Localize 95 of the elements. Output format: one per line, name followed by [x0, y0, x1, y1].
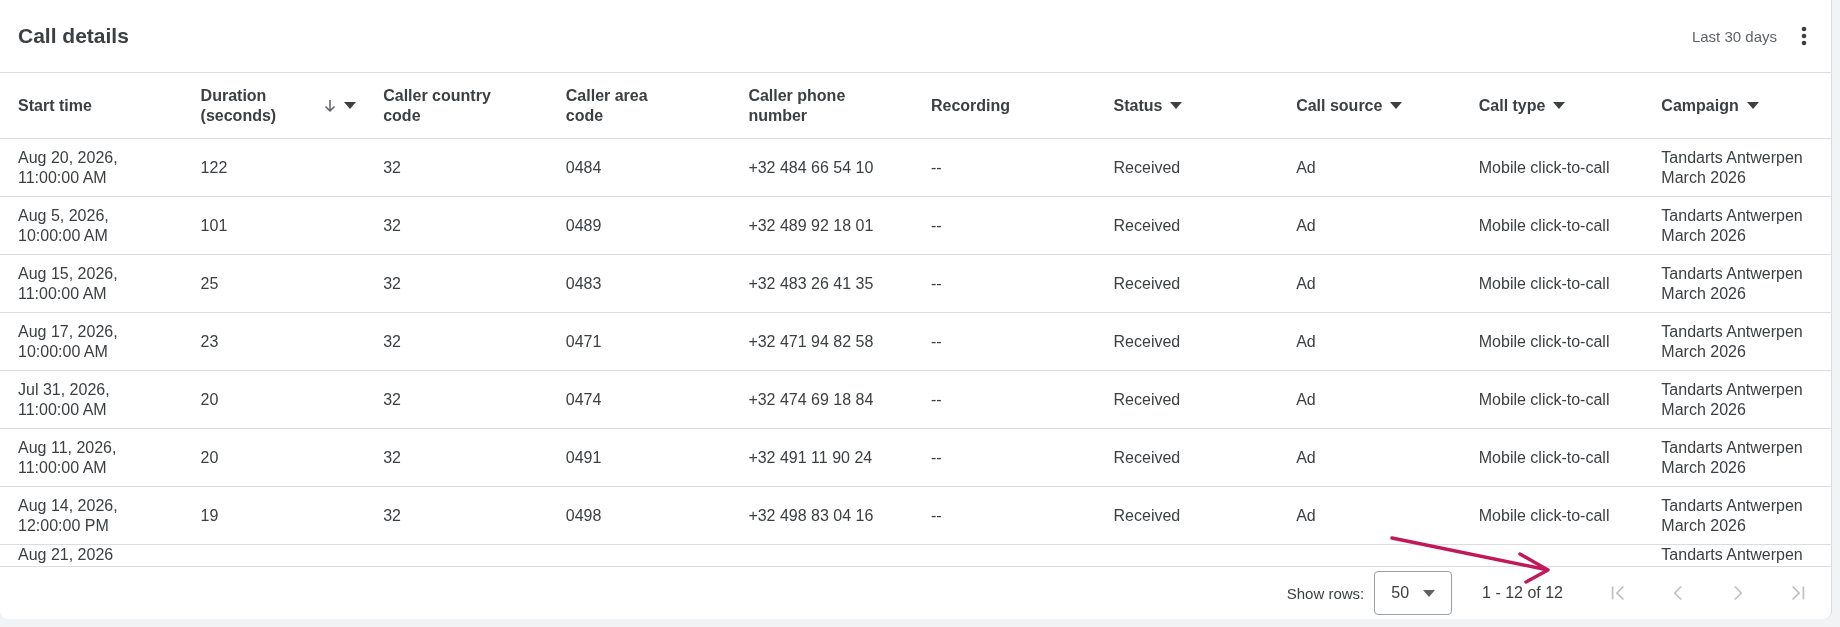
table-cell: 101: [200, 215, 228, 236]
table-cell-text: Aug 5, 2026, 10:00:00 AM: [18, 205, 110, 246]
table-cell: 20: [200, 389, 219, 410]
column-header[interactable]: Call type: [1478, 95, 1546, 116]
table-cell: 0491: [565, 447, 602, 468]
table-cell: --: [930, 331, 942, 352]
caret-icon[interactable]: [1746, 102, 1759, 109]
column-header[interactable]: Caller phone number: [748, 85, 879, 126]
table-cell: +32 489 92 18 01: [748, 215, 874, 236]
caret-icon[interactable]: [1170, 102, 1183, 109]
page-range: 1 - 12 of 12: [1482, 584, 1563, 602]
table-cell: 32: [383, 331, 401, 352]
table-cell-text: Aug 11, 2026, 11:00:00 AM: [18, 437, 118, 478]
table-cell-text: Aug 20, 2026, 11:00:00 AM: [18, 147, 119, 188]
arrow-down-icon[interactable]: [323, 98, 336, 113]
table-cell: --: [930, 157, 942, 178]
table-cell: 32: [383, 505, 401, 526]
table-cell: 32: [383, 273, 401, 294]
table-cell: +32 498 83 04 16: [748, 505, 874, 526]
table-cell: Ad: [1296, 273, 1316, 294]
table-cell: Mobile click-to-call: [1478, 505, 1610, 526]
table-cell: Received: [1113, 273, 1181, 294]
column-header[interactable]: Caller area code: [565, 85, 661, 126]
table-cell: 32: [383, 157, 401, 178]
table-cell: 23: [200, 331, 219, 352]
column-header[interactable]: Campaign: [1661, 95, 1739, 116]
caret-icon[interactable]: [1390, 102, 1403, 109]
table-cell-text: Aug 15, 2026, 11:00:00 AM: [18, 263, 119, 304]
table-cell: 0471: [565, 331, 602, 352]
column-header[interactable]: Caller country code: [383, 85, 514, 126]
table-cell: Ad: [1296, 331, 1316, 352]
table-cell: Mobile click-to-call: [1478, 331, 1610, 352]
table-cell: Ad: [1296, 157, 1316, 178]
table-cell: Mobile click-to-call: [1478, 157, 1610, 178]
table-cell: 0483: [565, 273, 602, 294]
caret-icon: [1423, 589, 1436, 597]
table-cell: --: [930, 389, 942, 410]
table-cell-text: Tandarts Antwerpen March 2026: [1661, 437, 1804, 478]
table-cell: Tandarts Antwerpen: [1661, 545, 1803, 565]
table-cell-text: Tandarts Antwerpen March 2026: [1661, 495, 1804, 536]
table-cell: Ad: [1296, 447, 1316, 468]
table-cell: 25: [200, 273, 219, 294]
table-cell: Mobile click-to-call: [1478, 273, 1610, 294]
table-cell-text: Aug 17, 2026, 10:00:00 AM: [18, 321, 119, 362]
table-cell-text: Tandarts Antwerpen March 2026: [1661, 205, 1804, 246]
column-header[interactable]: Recording: [930, 95, 1011, 116]
table-cell: Mobile click-to-call: [1478, 389, 1610, 410]
table-cell: +32 483 26 41 35: [748, 273, 874, 294]
table-cell: +32 474 69 18 84: [748, 389, 874, 410]
table-cell: Ad: [1296, 389, 1316, 410]
more-options-icon[interactable]: [1801, 26, 1807, 46]
table-cell: 122: [200, 157, 228, 178]
table-cell-text: Jul 31, 2026, 11:00:00 AM: [18, 379, 111, 420]
table-cell-text: Tandarts Antwerpen March 2026: [1661, 321, 1804, 362]
table-cell: 0484: [565, 157, 602, 178]
table-cell: --: [930, 273, 942, 294]
table-cell: Received: [1113, 215, 1181, 236]
date-range: Last 30 days: [1691, 27, 1777, 45]
table-cell: 32: [383, 215, 401, 236]
table-cell: 32: [383, 389, 401, 410]
table-cell: --: [930, 447, 942, 468]
table-cell-text: Aug 14, 2026, 12:00:00 PM: [18, 495, 119, 536]
table-cell: Received: [1113, 505, 1181, 526]
column-header[interactable]: Start time: [18, 95, 92, 116]
table-cell: Aug 21, 2026: [18, 545, 114, 565]
table-cell: --: [930, 215, 942, 236]
table-cell: Mobile click-to-call: [1478, 215, 1610, 236]
table-cell-text: Tandarts Antwerpen March 2026: [1661, 147, 1804, 188]
table-cell: Mobile click-to-call: [1478, 447, 1610, 468]
table-cell: 20: [200, 447, 219, 468]
table-cell: --: [930, 505, 942, 526]
table-cell: Ad: [1296, 505, 1316, 526]
rows-per-page-dropdown[interactable]: 50: [1374, 571, 1453, 615]
table-cell: Ad: [1296, 215, 1316, 236]
table-cell: 32: [383, 447, 401, 468]
caret-icon[interactable]: [343, 102, 356, 109]
column-header[interactable]: Call source: [1296, 95, 1383, 116]
table-cell: 0489: [565, 215, 602, 236]
card-title: Call details: [18, 24, 129, 48]
table-cell: +32 491 11 90 24: [748, 447, 873, 468]
table-cell: 0498: [565, 505, 602, 526]
table-cell: Received: [1113, 157, 1181, 178]
column-header[interactable]: Duration (seconds): [200, 85, 296, 126]
table-cell: 0474: [565, 389, 602, 410]
column-header[interactable]: Status: [1113, 95, 1163, 116]
show-rows-label: Show rows:: [1286, 584, 1365, 602]
caret-icon[interactable]: [1553, 102, 1566, 109]
table-cell-text: Tandarts Antwerpen March 2026: [1661, 379, 1804, 420]
table-cell: +32 484 66 54 10: [748, 157, 874, 178]
table-cell: 19: [200, 505, 219, 526]
table-cell: Received: [1113, 447, 1181, 468]
table-cell: Received: [1113, 331, 1181, 352]
table-cell: +32 471 94 82 58: [748, 331, 874, 352]
table-cell: Received: [1113, 389, 1181, 410]
table-cell-text: Tandarts Antwerpen March 2026: [1661, 263, 1804, 304]
